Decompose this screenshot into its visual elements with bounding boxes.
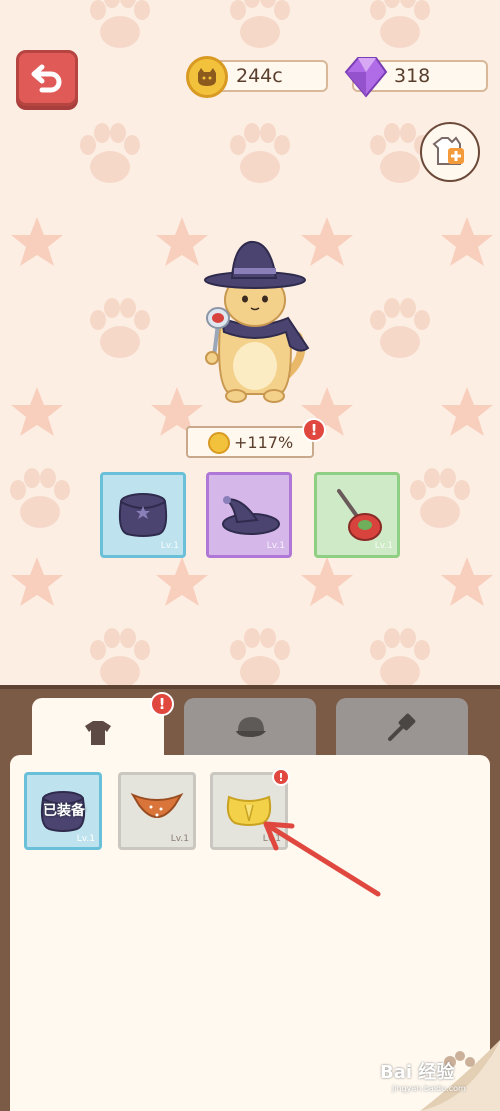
coin-icon [186, 56, 228, 98]
bonus-alert-badge: ! [302, 418, 326, 442]
tab-hats[interactable] [184, 698, 316, 756]
annotation-arrow [263, 821, 381, 897]
cat-character [204, 240, 310, 403]
add-outfit-icon [432, 136, 464, 165]
tab-tools[interactable] [336, 698, 468, 756]
slot-level: Lv.1 [266, 541, 285, 551]
gem-icon [344, 57, 388, 98]
cape-icon [118, 493, 168, 537]
watermark-brand: Bai 经验 [380, 1062, 455, 1083]
wardrobe-add-button[interactable] [420, 122, 480, 182]
gem-amount: 318 [394, 65, 431, 87]
witch-hat-icon [222, 496, 280, 535]
return-arrow-icon [31, 64, 62, 93]
shirt-icon [85, 721, 111, 745]
item-level: Lv.1 [170, 834, 189, 844]
equipped-status-label: 已装备 [43, 803, 85, 819]
bonus-coin-icon [208, 432, 230, 454]
equipped-slot-spoon[interactable]: Lv.1 [314, 472, 400, 558]
back-button[interactable] [16, 50, 78, 106]
equipped-slot-hat[interactable]: Lv.1 [206, 472, 292, 558]
spatula-icon [388, 713, 416, 741]
slot-level: Lv.1 [160, 541, 179, 551]
equipped-slot-cape[interactable]: Lv.1 [100, 472, 186, 558]
slot-level: Lv.1 [374, 541, 393, 551]
coin-amount: 244c [236, 65, 283, 87]
bonus-display[interactable]: +117% [186, 426, 314, 458]
cap-icon [236, 717, 266, 737]
item-alert-badge: ! [272, 768, 290, 786]
watermark-url: jingyan.baidu.com [392, 1084, 466, 1093]
strawberry-spoon-icon [337, 489, 382, 541]
orange-scarf-icon [130, 792, 184, 818]
bonus-text: +117% [234, 432, 294, 452]
tab-clothes-alert-badge: ! [150, 692, 174, 716]
inventory-item-orange-scarf[interactable]: Lv.1 [118, 772, 196, 850]
item-level: Lv.1 [76, 834, 95, 844]
